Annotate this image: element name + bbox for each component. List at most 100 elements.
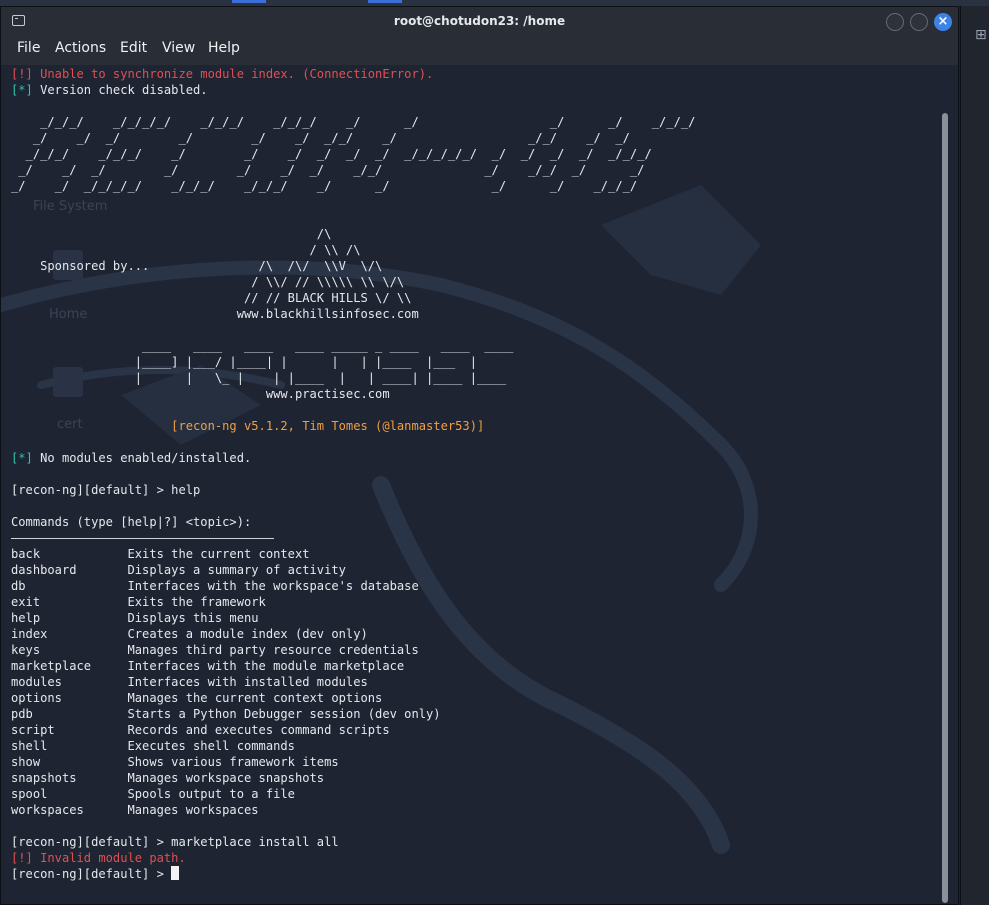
terminal-line: [*] No modules enabled/installed. [11, 450, 695, 466]
panel-task-indicator[interactable] [368, 0, 402, 3]
terminal-line: www.practisec.com [11, 386, 695, 402]
terminal-line: | | \_ | | |____ | | ____| |____ |____ [11, 370, 695, 386]
terminal-text: keys Manages third party resource creden… [11, 643, 419, 657]
menu-view[interactable]: View [162, 40, 195, 56]
terminal-line: dashboard Displays a summary of activity [11, 562, 695, 578]
terminal-window: root@chotudon23: /home × File Actions Ed… [0, 6, 959, 905]
terminal-line: _/_/_/ _/_/_/_/ _/_/_/ _/_/_/ _/ _/ _/ _… [11, 114, 695, 130]
title-bar[interactable]: root@chotudon23: /home × [1, 7, 958, 37]
terminal-line: |____] |___/ |____| | | | |____ |___ | [11, 354, 695, 370]
terminal-line: [recon-ng][default] > help [11, 482, 695, 498]
terminal-line: show Shows various framework items [11, 754, 695, 770]
separator-rule [11, 538, 274, 539]
terminal-line: _/ _/ _/ _/ _/ _/ _/_/ _/ _/_/ _/ _/ [11, 130, 695, 146]
terminal-text: workspaces Manages workspaces [11, 803, 259, 817]
terminal-text: snapshots Manages workspace snapshots [11, 771, 325, 785]
terminal-text: Commands (type [help|?] <topic>): [11, 515, 252, 529]
terminal-text: shell Executes shell commands [11, 739, 295, 753]
terminal-text: _/ _/ _/ _/ _/ _/ _/_/ _/ _/_/ _/ _/ [11, 131, 630, 145]
terminal-text: _/_/_/ _/_/_/ _/ _/ _/ _/ _/ _/ _/_/_/_/… [11, 147, 652, 161]
terminal-text: |____] |___/ |____| | | | |____ |___ | [11, 355, 477, 369]
terminal-text: modules Interfaces with installed module… [11, 675, 368, 689]
desktop-right-strip: ⊞ [960, 6, 989, 905]
terminal-line: Sponsored by... /\ /\/ \\V \/\ [11, 258, 695, 274]
terminal-text: [recon-ng][default] > help [11, 483, 201, 497]
scrollbar-thumb[interactable] [942, 113, 948, 903]
terminal-line: index Creates a module index (dev only) [11, 626, 695, 642]
terminal-text: pdb Starts a Python Debugger session (de… [11, 707, 441, 721]
terminal-line: workspaces Manages workspaces [11, 802, 695, 818]
terminal-text: [*] [11, 83, 33, 97]
terminal-lines: [!] Unable to synchronize module index. … [11, 66, 695, 882]
apps-grid-icon[interactable]: ⊞ [975, 28, 989, 42]
terminal-line: ____ ____ ____ ____ _____ _ ____ ____ __… [11, 338, 695, 354]
terminal-line: _/ _/ _/ _/ _/ _/ _/ _/_/ _/ _/_/ _/ _/ [11, 162, 695, 178]
terminal-line: marketplace Interfaces with the module m… [11, 658, 695, 674]
terminal-text: _/ _/ _/ _/ _/ _/ _/ _/_/ _/ _/_/ _/ _/ [11, 163, 645, 177]
terminal-line: snapshots Manages workspace snapshots [11, 770, 695, 786]
separator-line [11, 530, 695, 546]
terminal-text: | | \_ | | |____ | | ____| |____ |____ [11, 371, 507, 385]
text-cursor[interactable] [171, 866, 180, 880]
terminal-text: www.blackhillsinfosec.com [11, 307, 419, 321]
terminal-text: Sponsored by... /\ /\/ \\V \/\ [11, 259, 383, 273]
terminal-line: options Manages the current context opti… [11, 690, 695, 706]
terminal-output[interactable]: File System Home cert [!] Unable to sync… [1, 65, 958, 904]
terminal-line: [*] Version check disabled. [11, 82, 695, 98]
terminal-text: show Shows various framework items [11, 755, 339, 769]
terminal-line: back Exits the current context [11, 546, 695, 562]
terminal-line: Commands (type [help|?] <topic>): [11, 514, 695, 530]
terminal-line: [recon-ng v5.1.2, Tim Tomes (@lanmaster5… [11, 418, 695, 434]
terminal-text: script Records and executes command scri… [11, 723, 390, 737]
close-button[interactable]: × [934, 13, 952, 31]
terminal-text: [recon-ng][default] > marketplace instal… [11, 835, 339, 849]
terminal-text: [!] Invalid module path. [11, 851, 186, 865]
terminal-text: Version check disabled. [32, 83, 208, 97]
terminal-text: [recon-ng v5.1.2, Tim Tomes (@lanmaster5… [11, 419, 485, 433]
terminal-line: www.blackhillsinfosec.com [11, 306, 695, 322]
terminal-text: back Exits the current context [11, 547, 310, 561]
terminal-line: [!] Unable to synchronize module index. … [11, 66, 695, 82]
terminal-line: help Displays this menu [11, 610, 695, 626]
terminal-line: shell Executes shell commands [11, 738, 695, 754]
menu-file[interactable]: File [17, 40, 40, 56]
terminal-text: [recon-ng][default] > [11, 867, 172, 881]
terminal-line: exit Exits the framework [11, 594, 695, 610]
terminal-text: options Manages the current context opti… [11, 691, 383, 705]
terminal-line: script Records and executes command scri… [11, 722, 695, 738]
terminal-text: _/ _/ _/_/_/_/ _/_/_/ _/_/_/ _/ _/ _/ _/… [11, 179, 638, 193]
terminal-line: [!] Invalid module path. [11, 850, 695, 866]
terminal-text: /\ [11, 227, 332, 241]
terminal-text: [!] Unable to synchronize module index. … [11, 67, 434, 81]
scrollbar[interactable] [942, 113, 948, 903]
terminal-text: _/_/_/ _/_/_/_/ _/_/_/ _/_/_/ _/ _/ _/ _… [11, 115, 696, 129]
terminal-line: db Interfaces with the workspace's datab… [11, 578, 695, 594]
minimize-button[interactable] [886, 13, 904, 31]
terminal-line: _/_/_/ _/_/_/ _/ _/ _/ _/ _/ _/ _/_/_/_/… [11, 146, 695, 162]
terminal-line: [recon-ng][default] > marketplace instal… [11, 834, 695, 850]
panel-task-indicator[interactable] [232, 0, 266, 3]
menu-actions[interactable]: Actions [55, 40, 106, 56]
window-title: root@chotudon23: /home [393, 14, 566, 28]
menu-help[interactable]: Help [208, 40, 240, 56]
terminal-line: // // BLACK HILLS \/ \\ [11, 290, 695, 306]
menu-bar: File Actions Edit View Help [1, 37, 958, 65]
terminal-text: / \\/ // \\\\\ \\ \/\ [11, 275, 405, 289]
terminal-line: [recon-ng][default] > [11, 866, 695, 882]
terminal-line: modules Interfaces with installed module… [11, 674, 695, 690]
terminal-line: / \\ /\ [11, 242, 695, 258]
terminal-text: [*] [11, 451, 33, 465]
terminal-text: dashboard Displays a summary of activity [11, 563, 346, 577]
terminal-text: help Displays this menu [11, 611, 259, 625]
maximize-button[interactable] [910, 13, 928, 31]
menu-edit[interactable]: Edit [120, 40, 147, 56]
